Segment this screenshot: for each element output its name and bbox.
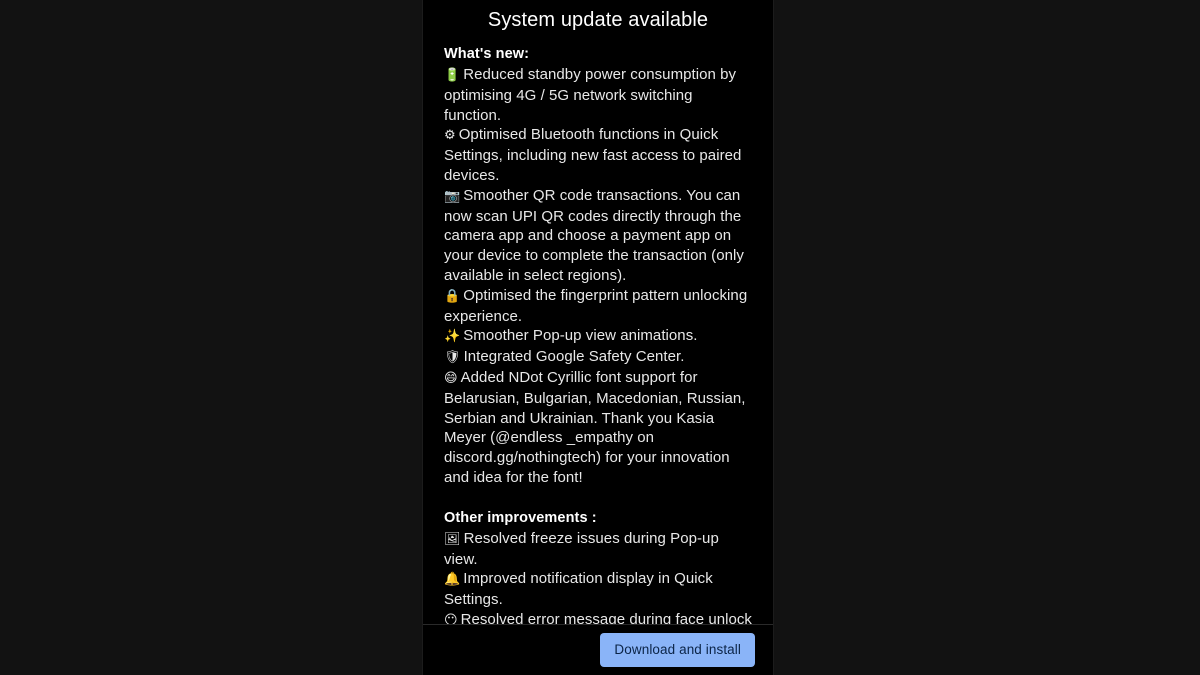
list-item: 🖼 Resolved freeze issues during Pop-up vi… [444, 529, 752, 570]
framed-picture-icon: 🖼 [444, 531, 461, 547]
camera-icon: 📷 [444, 188, 461, 204]
list-item-text: Reduced standby power consumption by opt… [444, 66, 737, 124]
list-item: 🛡 Integrated Google Safety Center. [444, 347, 752, 368]
list-item-text: Optimised Bluetooth functions in Quick S… [444, 126, 742, 184]
list-item-text: Optimised the fingerprint pattern unlock… [444, 286, 748, 325]
section-heading-whats-new: What's new: [444, 46, 530, 62]
face-without-mouth-icon: 😶 [444, 612, 458, 624]
list-item: ✨ Smoother Pop-up view animations. [444, 326, 752, 347]
list-item: 🔋 Reduced standby power consumption by op… [444, 65, 752, 125]
dialog-footer: Download and install [423, 624, 773, 675]
whats-new-list: 🔋 Reduced standby power consumption by op… [444, 65, 752, 488]
list-item: 🔔 Improved notification display in Quick … [444, 569, 752, 610]
list-item-text: Added NDot Cyrillic font support for Bel… [444, 368, 746, 486]
bluetooth-settings-icon: ⚙ [444, 128, 456, 144]
section-whats-new: What's new: 🔋 Reduced standby power consu… [444, 44, 752, 488]
release-notes-body[interactable]: What's new: 🔋 Reduced standby power consu… [423, 36, 773, 624]
lock-icon: 🔒 [444, 288, 461, 304]
list-item-text: Smoother Pop-up view animations. [463, 327, 698, 345]
bell-icon: 🔔 [444, 572, 461, 588]
dialog-title: System update available [487, 9, 709, 31]
list-item: 🔒 Optimised the fingerprint pattern unloc… [444, 286, 752, 327]
list-item: 📷 Smoother QR code transactions. You can … [444, 186, 752, 286]
list-item-text: Smoother QR code transactions. You can n… [444, 186, 744, 284]
section-other-improvements: Other improvements : 🖼 Resolved freeze is… [444, 508, 752, 624]
list-item-text: Integrated Google Safety Center. [463, 348, 685, 366]
sparkles-icon: ✨ [444, 329, 461, 345]
grinning-face-icon: 😄 [444, 370, 458, 386]
list-item: ⚙ Optimised Bluetooth functions in Quick … [444, 125, 752, 185]
list-item-text: Resolved error message during face unloc… [460, 610, 752, 624]
list-item: 😶 Resolved error message during face unlo… [444, 610, 752, 624]
list-item-text: Resolved freeze issues during Pop-up vie… [444, 529, 719, 568]
section-heading-other-improvements: Other improvements : [444, 509, 597, 526]
device-screen: System update available What's new: 🔋 Red… [0, 0, 1200, 675]
list-item: 😄 Added NDot Cyrillic font support for Be… [444, 368, 752, 488]
system-update-dialog: System update available What's new: 🔋 Red… [422, 0, 774, 675]
download-and-install-button[interactable]: Download and install [600, 632, 755, 668]
battery-icon: 🔋 [444, 68, 461, 83]
other-improvements-list: 🖼 Resolved freeze issues during Pop-up vi… [444, 529, 752, 624]
list-item-text: Improved notification display in Quick S… [444, 570, 713, 609]
shield-icon: 🛡 [444, 350, 461, 366]
